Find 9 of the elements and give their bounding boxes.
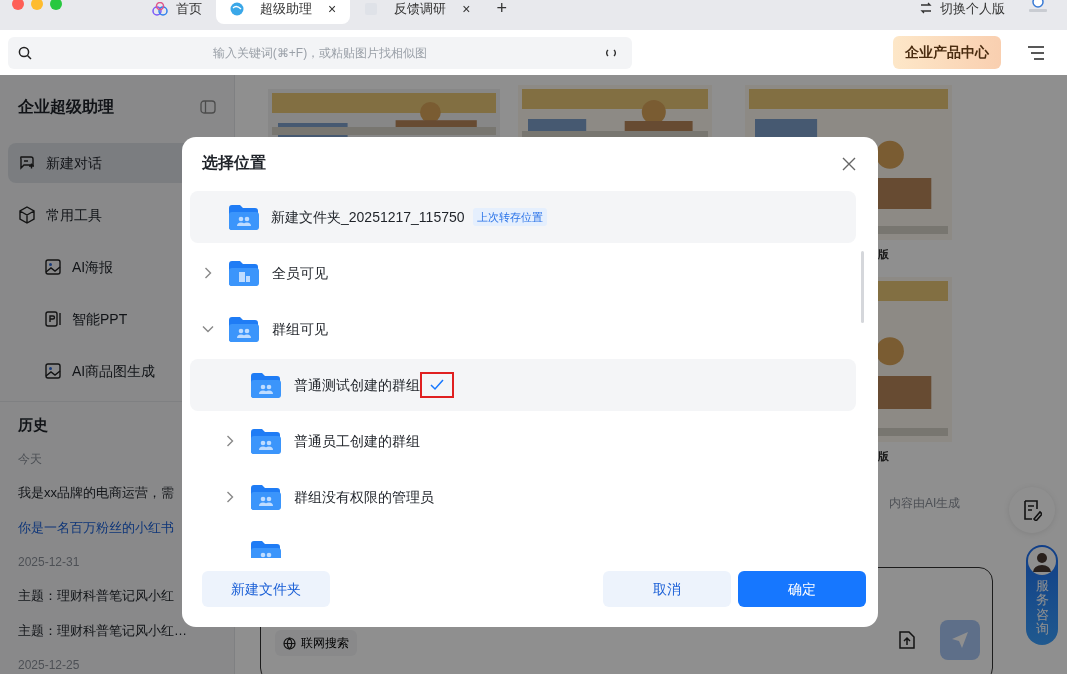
caption: 版	[878, 247, 890, 262]
history-heading: 历史	[17, 415, 49, 435]
date-label: 2025-12-31	[17, 553, 81, 571]
last-location-tag: 上次转存位置	[472, 207, 547, 227]
caption: 版	[878, 448, 890, 464]
date-label: 今天	[17, 450, 43, 468]
date-label: 2025-12-25	[17, 656, 81, 674]
sidebar-title: 企业超级助理	[18, 97, 114, 117]
ai-disclaimer: 内容由AI生成	[889, 495, 961, 512]
